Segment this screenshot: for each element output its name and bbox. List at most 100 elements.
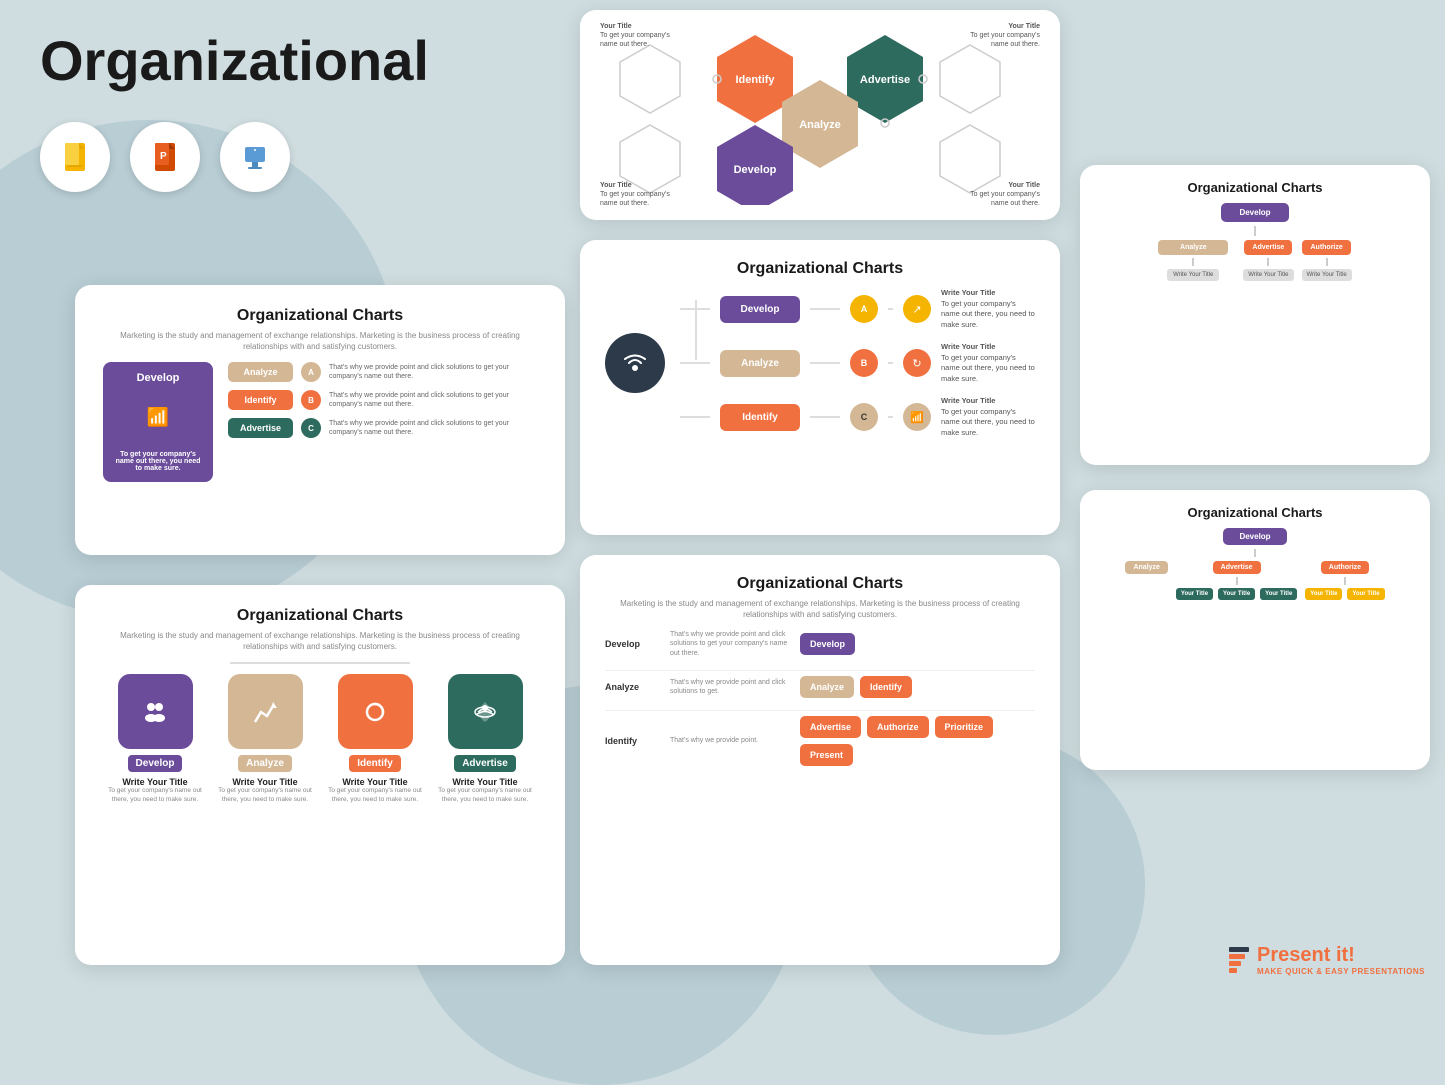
c7-analyze-label: Analyze (1125, 561, 1167, 574)
develop-icon: ↗ (903, 295, 931, 323)
slide-card-2: Organizational Charts Marketing is the s… (75, 585, 565, 965)
analyze-text: That's why we provide point and click so… (329, 363, 537, 381)
card5-row-develop: Develop That's why we provide point and … (605, 630, 1035, 657)
card2-subtitle: Marketing is the study and management of… (103, 630, 537, 652)
card6-adv-sub: Write Your Title (1243, 269, 1293, 281)
card7-level2: Analyze Advertise Your Title Your Title … (1125, 561, 1384, 600)
divider1 (605, 670, 1035, 671)
h-line2 (810, 362, 840, 364)
c7-adv-subs: Your Title Your Title Your Title (1176, 588, 1297, 600)
present-item: Present (800, 744, 853, 766)
slide-card-4: Organizational Charts Develop A ↗ Wri (580, 240, 1060, 535)
develop-row-label: Develop (720, 296, 800, 323)
analyze-item: Analyze (800, 676, 854, 698)
card1-wifi-icon: 📶 (147, 407, 169, 428)
hex-label-br: Your TitleTo get your company's name out… (960, 181, 1040, 208)
card6-title: Organizational Charts (1095, 180, 1415, 195)
c7-authorize-label: Authorize (1321, 561, 1369, 574)
identify-badge: B (301, 390, 321, 410)
card5-title: Organizational Charts (605, 575, 1035, 593)
card5-subtitle: Marketing is the study and management of… (605, 598, 1035, 620)
slide-card-1: Organizational Charts Marketing is the s… (75, 285, 565, 555)
develop-row-text: Write Your TitleTo get your company's na… (941, 288, 1035, 330)
card2-analyze: Analyze Write Your Title To get your com… (218, 674, 313, 804)
analyze-badge: A (301, 362, 321, 382)
analyze-badge-b: B (850, 349, 878, 377)
google-slides-icon[interactable] (40, 122, 110, 192)
h-line2 (810, 308, 840, 310)
develop-badge-a: A (850, 295, 878, 323)
brand-bar-2 (1229, 954, 1245, 959)
advertise-badge: C (301, 418, 321, 438)
v-line (1254, 549, 1256, 557)
card1-row-advertise: Advertise C That's why we provide point … (228, 418, 537, 438)
svg-text:Identify: Identify (735, 74, 775, 86)
v-line (1254, 226, 1256, 236)
card6-advertise-col: Advertise Write Your Title (1243, 240, 1293, 281)
develop-icon-box (118, 674, 193, 749)
identify-text: That's why we provide point and click so… (329, 391, 537, 409)
keynote-icon[interactable] (220, 122, 290, 192)
card4-row-develop: Develop A ↗ Write Your TitleTo get your … (680, 288, 1035, 330)
c7-title3: Your Title (1260, 588, 1297, 600)
brand-tagline: MAKE QUICK & EASY PRESENTATIONS (1257, 967, 1425, 976)
slide-card-3: Identify Advertise Analyze Develop Your … (580, 10, 1060, 220)
card6-authorize: Authorize (1302, 240, 1350, 255)
identify-row-desc: That's why we provide point. (670, 736, 790, 745)
develop-item: Develop (800, 633, 855, 655)
analyze-row-text: Write Your TitleTo get your company's na… (941, 342, 1035, 384)
card6-authorize-col: Authorize Write Your Title (1302, 240, 1352, 281)
h-line3 (888, 308, 893, 310)
brand-footer: Present it! MAKE QUICK & EASY PRESENTATI… (1095, 935, 1445, 985)
powerpoint-icon[interactable]: P (130, 122, 200, 192)
identify-row-label: Identify (605, 736, 660, 746)
h-line3 (888, 362, 893, 364)
card2-icons-row: Develop Write Your Title To get your com… (103, 674, 537, 804)
identify-badge-c: C (850, 403, 878, 431)
v-line2 (1192, 258, 1194, 266)
card4-left (605, 333, 665, 393)
advertise-icon-box (448, 674, 523, 749)
identify-icon-box (338, 674, 413, 749)
analyze-items: Analyze Identify (800, 676, 912, 698)
card2-advertise: Advertise Write Your Title To get your c… (438, 674, 533, 804)
identify-row-label: Identify (720, 404, 800, 431)
svg-text:Develop: Develop (734, 164, 777, 176)
brand-text-container: Present it! MAKE QUICK & EASY PRESENTATI… (1257, 944, 1425, 976)
hex-label-tr: Your TitleTo get your company's name out… (960, 22, 1040, 49)
slide-card-5: Organizational Charts Marketing is the s… (580, 555, 1060, 965)
card1-row-analyze: Analyze A That's why we provide point an… (228, 362, 537, 382)
card1-title: Organizational Charts (103, 307, 537, 325)
v-line4 (1326, 258, 1328, 266)
slide-card-7: Organizational Charts Develop Analyze Ad… (1080, 490, 1430, 770)
c7-analyze: Analyze (1125, 561, 1167, 574)
left-panel: Organizational P (40, 30, 370, 222)
c7-auth-subs: Your Title Your Title (1305, 588, 1384, 600)
v-line2 (1236, 577, 1238, 585)
analyze-icon-box (228, 674, 303, 749)
c7-title1: Your Title (1176, 588, 1213, 600)
card1-rows: Analyze A That's why we provide point an… (228, 362, 537, 438)
card7-tree: Develop Analyze Advertise Your Title You… (1095, 528, 1415, 600)
identify-icon-desc: To get your company's name out there, yo… (328, 787, 423, 804)
identify-icon-label: Identify (349, 755, 401, 772)
card6-level2b-row: Advertise Write Your Title Authorize Wri… (1243, 240, 1352, 281)
analyze-row-label: Analyze (720, 350, 800, 377)
h-line (680, 362, 710, 364)
c7-title4: Your Title (1305, 588, 1342, 600)
brand-name: Present it! (1257, 944, 1425, 967)
analyze-row-desc: That's why we provide point and click so… (670, 678, 790, 696)
card5-row-identify: Identify That's why we provide point. Ad… (605, 716, 1035, 766)
hex-svg: Identify Advertise Analyze Develop (600, 25, 1040, 205)
card6-advertise: Advertise (1244, 240, 1292, 255)
slide-card-6: Organizational Charts Develop Analyze Wr… (1080, 165, 1430, 465)
analyze-row-label: Analyze (605, 682, 660, 692)
card4-rows: Develop A ↗ Write Your TitleTo get your … (680, 288, 1035, 438)
card4-content: Develop A ↗ Write Your TitleTo get your … (605, 288, 1035, 438)
develop-row-label: Develop (605, 639, 660, 649)
card4-wifi-circle (605, 333, 665, 393)
prioritize-item: Prioritize (935, 716, 994, 738)
card2-identify: Identify Write Your Title To get your co… (328, 674, 423, 804)
advertise-icon-title: Write Your Title (452, 777, 517, 787)
c7-authorize: Authorize Your Title Your Title (1305, 561, 1384, 600)
